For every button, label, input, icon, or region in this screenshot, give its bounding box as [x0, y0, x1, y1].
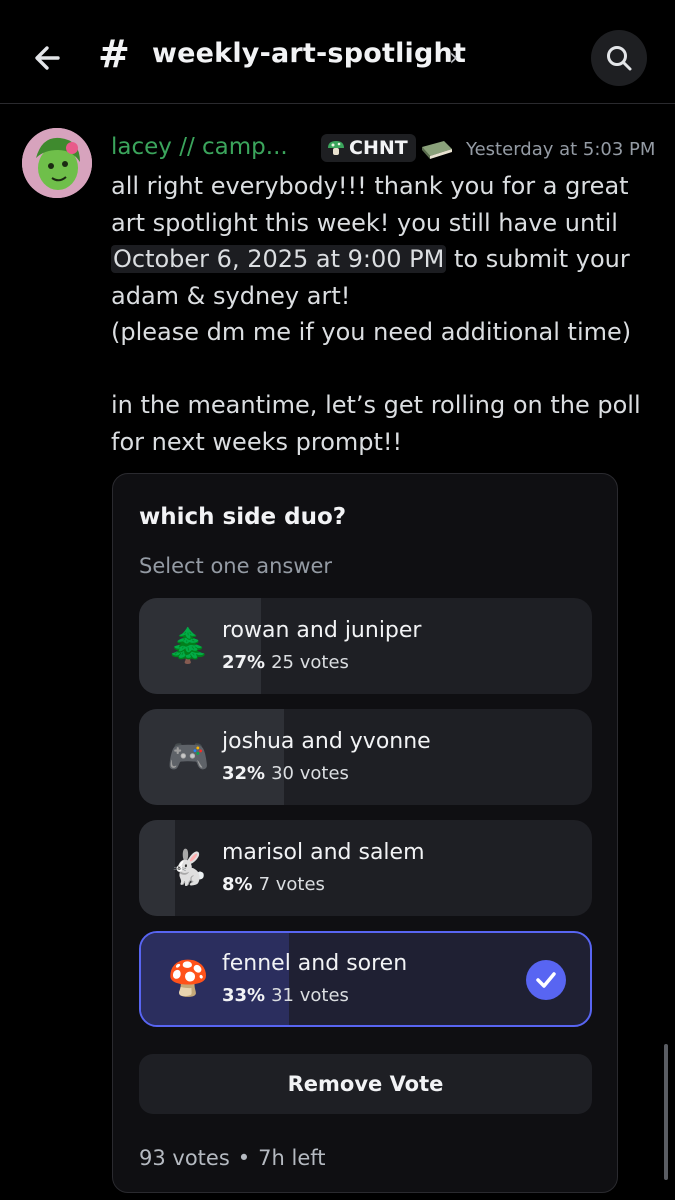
poll-option-stats: 32% 30 votes [222, 763, 349, 784]
server-tag-label: CHNT [349, 137, 408, 159]
chevron-right-icon[interactable]: › [449, 43, 459, 71]
mushroom-icon: 🍄 [167, 959, 210, 999]
poll-subtitle: Select one answer [139, 554, 333, 578]
poll-option-votes: 30 votes [271, 763, 349, 784]
avatar[interactable] [22, 128, 92, 198]
poll-time-left: 7h left [258, 1146, 326, 1170]
poll-total-votes[interactable]: 93 votes [139, 1146, 230, 1170]
poll-option-percent: 33% [222, 985, 266, 1006]
poll-option-label: rowan and juniper [222, 618, 422, 643]
poll-option-percent: 8% [222, 874, 253, 895]
poll-question: which side duo? [139, 504, 347, 530]
server-tag[interactable]: CHNT [321, 134, 416, 162]
poll-footer: 93 votes • 7h left [139, 1146, 326, 1170]
scrollbar[interactable] [664, 1044, 668, 1180]
back-arrow-icon[interactable] [28, 38, 68, 78]
checkmark-icon [526, 960, 566, 1000]
message-text-line: (please dm me if you need additional tim… [111, 318, 632, 346]
game-controller-icon: 🎮 [167, 737, 210, 777]
search-icon [607, 46, 632, 71]
book-icon [420, 139, 454, 163]
poll-option-stats: 33% 31 votes [222, 985, 349, 1006]
channel-hash-icon: # [98, 32, 130, 76]
poll-option-votes: 25 votes [271, 652, 349, 673]
poll-option-fill [139, 709, 284, 805]
author-name[interactable]: lacey // camp... [111, 134, 288, 160]
channel-header: # weekly-art-spotlight › [0, 0, 675, 104]
message-body: all right everybody!!! thank you for a g… [111, 168, 651, 460]
poll-option-percent: 27% [222, 652, 266, 673]
poll-option-stats: 27% 25 votes [222, 652, 349, 673]
poll-option[interactable]: 🐇 marisol and salem 8% 7 votes [139, 820, 592, 916]
poll-option-fill [141, 933, 290, 1025]
search-button[interactable] [591, 30, 647, 86]
poll-option-label: marisol and salem [222, 840, 425, 865]
remove-vote-button[interactable]: Remove Vote [139, 1054, 592, 1114]
poll-option-label: fennel and soren [222, 951, 408, 976]
poll-option[interactable]: 🌲 rowan and juniper 27% 25 votes [139, 598, 592, 694]
mushroom-icon [328, 141, 344, 155]
poll-option-selected[interactable]: 🍄 fennel and soren 33% 31 votes [139, 931, 592, 1027]
timestamp-chip[interactable]: October 6, 2025 at 9:00 PM [111, 245, 447, 273]
channel-name[interactable]: weekly-art-spotlight [152, 38, 466, 69]
message-text-intro: all right everybody!!! thank you for a g… [111, 172, 629, 237]
footer-separator: • [237, 1146, 251, 1170]
poll-option-label: joshua and yvonne [222, 729, 431, 754]
message-text-line: in the meantime, let’s get rolling on th… [111, 391, 641, 456]
poll-option-percent: 32% [222, 763, 266, 784]
tree-icon: 🌲 [167, 626, 210, 666]
message-timestamp: Yesterday at 5:03 PM [466, 139, 656, 160]
poll-option-votes: 31 votes [271, 985, 349, 1006]
poll-option-stats: 8% 7 votes [222, 874, 325, 895]
poll-card: which side duo? Select one answer 🌲 rowa… [112, 473, 618, 1193]
poll-option-votes: 7 votes [258, 874, 325, 895]
poll-option[interactable]: 🎮 joshua and yvonne 32% 30 votes [139, 709, 592, 805]
rabbit-icon: 🐇 [167, 848, 210, 888]
